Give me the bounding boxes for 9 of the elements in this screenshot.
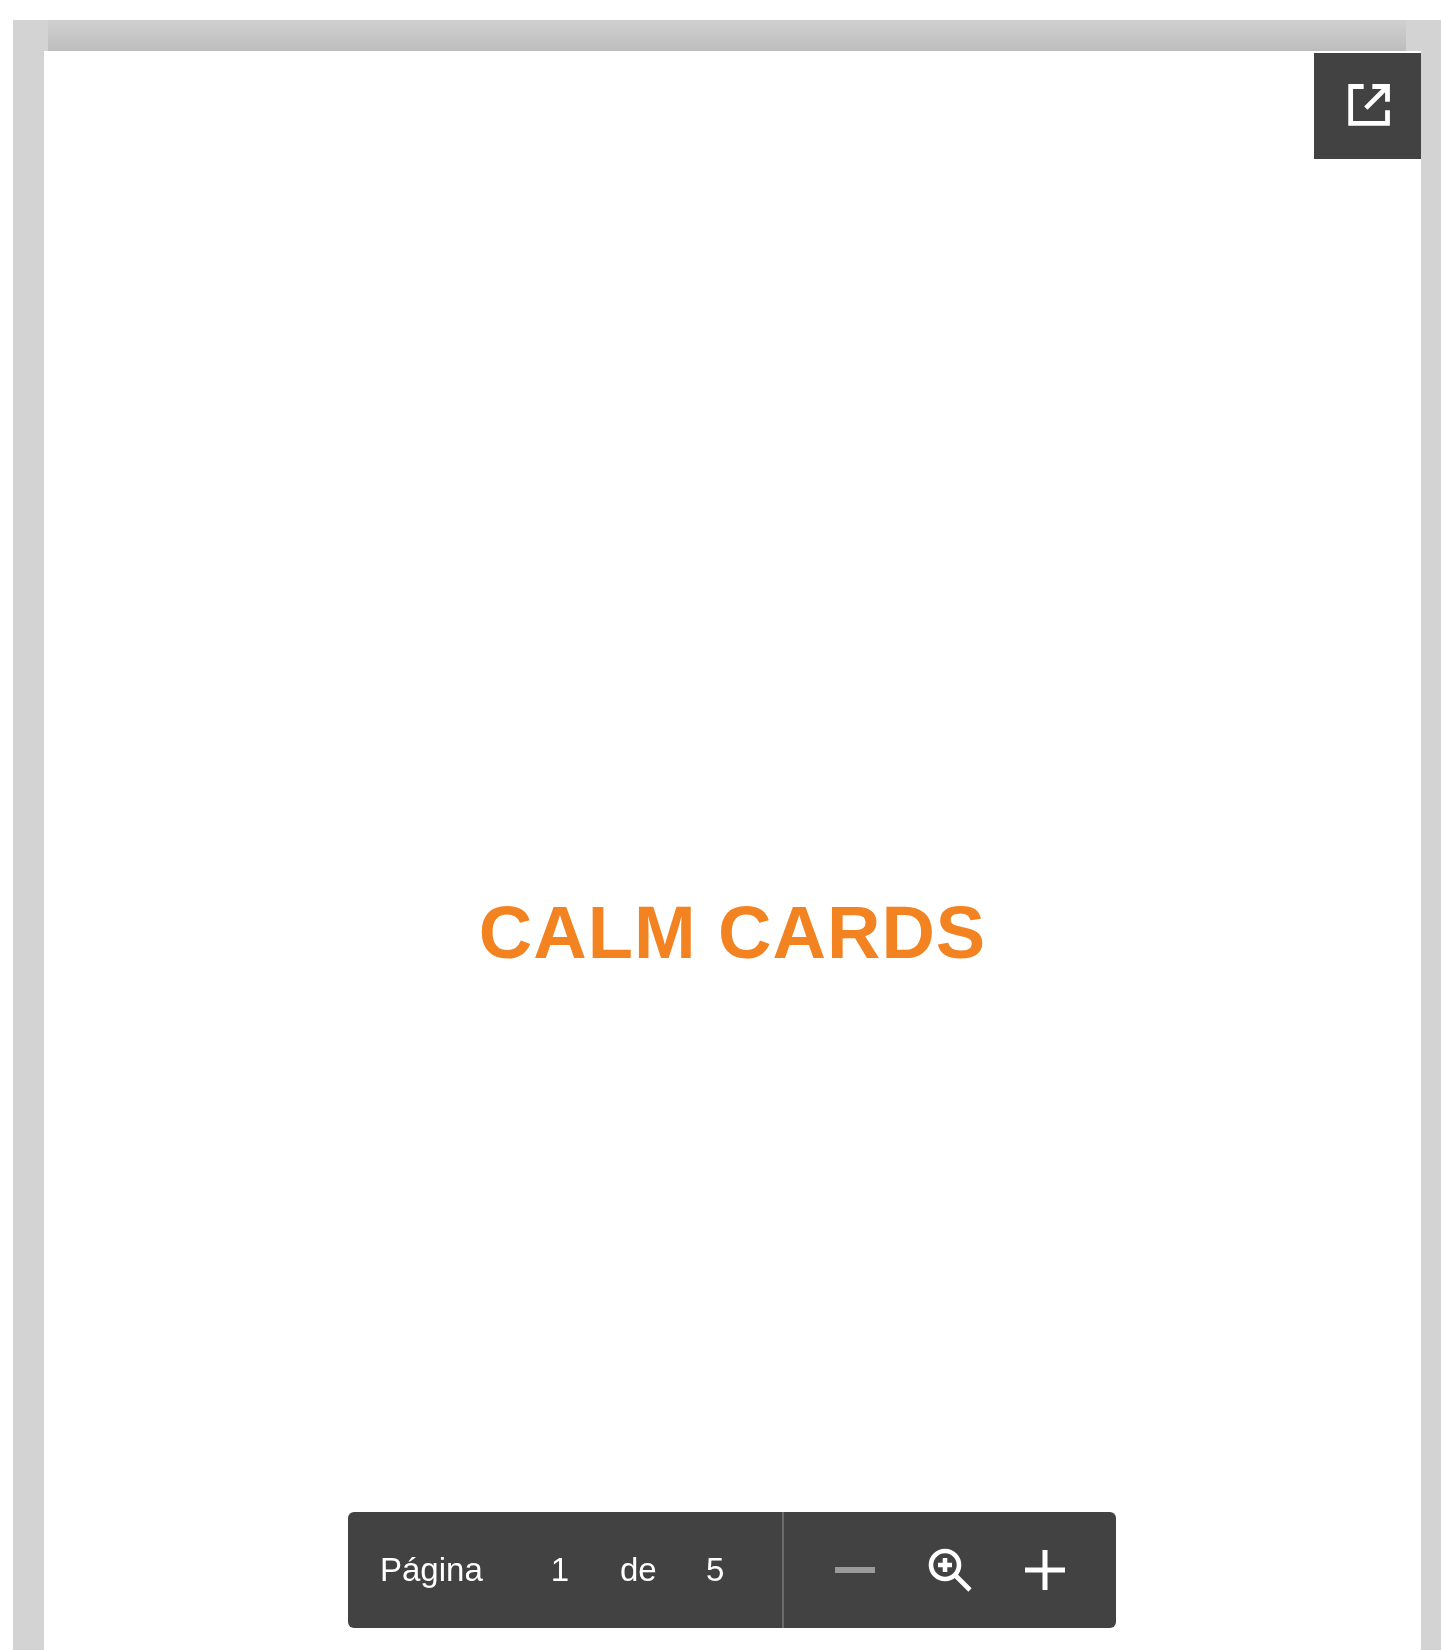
magnifier-plus-icon — [926, 1546, 974, 1594]
current-page-number[interactable]: 1 — [540, 1545, 580, 1595]
total-pages: 5 — [706, 1550, 725, 1591]
document-title: CALM CARDS — [478, 896, 987, 970]
plus-icon — [1025, 1550, 1066, 1590]
page-label: Página — [380, 1550, 484, 1591]
open-external-button[interactable] — [1314, 53, 1421, 159]
minus-icon — [834, 1567, 875, 1573]
of-label: de — [620, 1550, 658, 1591]
